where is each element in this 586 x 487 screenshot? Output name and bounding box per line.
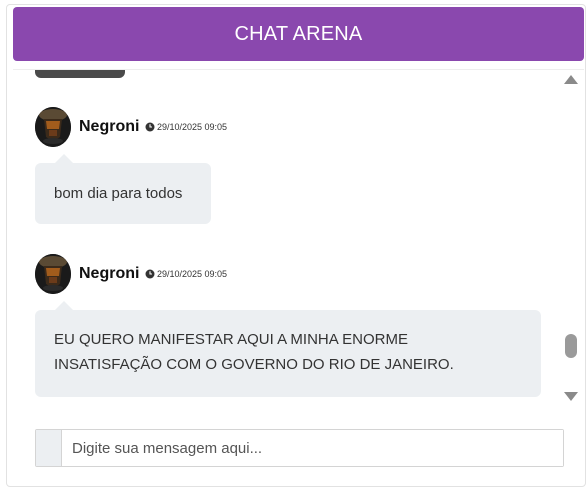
message-text-line: INSATISFAÇÃO COM O GOVERNO DO RIO DE JAN… bbox=[54, 356, 454, 373]
message-text-line: EU QUERO MANIFESTAR AQUI A MINHA ENORME bbox=[54, 331, 408, 348]
chat-message: Negroni 29/10/2025 09:05 bom dia para to… bbox=[35, 107, 555, 227]
previous-message-bubble bbox=[35, 70, 125, 78]
message-bubble: EU QUERO MANIFESTAR AQUI A MINHA ENORME … bbox=[35, 301, 541, 397]
timestamp-text: 29/10/2025 09:05 bbox=[157, 269, 228, 279]
chat-title: CHAT ARENA bbox=[13, 7, 584, 61]
chat-message: Negroni 29/10/2025 09:05 EU QUERO MANIFE… bbox=[35, 254, 555, 404]
message-author: Negroni bbox=[79, 265, 140, 282]
clock-icon bbox=[145, 122, 155, 132]
avatar bbox=[35, 107, 71, 147]
scrollbar-thumb[interactable] bbox=[565, 334, 577, 358]
message-text: bom dia para todos bbox=[54, 185, 183, 202]
message-list[interactable]: Negroni 29/10/2025 09:05 bom dia para to… bbox=[13, 69, 584, 407]
avatar bbox=[35, 254, 71, 294]
clock-icon bbox=[145, 269, 155, 279]
message-composer bbox=[35, 429, 564, 467]
message-input[interactable] bbox=[62, 430, 563, 466]
message-scrollbar[interactable] bbox=[563, 69, 579, 407]
message-bubble: bom dia para todos bbox=[35, 154, 211, 224]
timestamp-text: 29/10/2025 09:05 bbox=[157, 122, 228, 132]
message-timestamp: 29/10/2025 09:05 bbox=[145, 269, 227, 279]
message-timestamp: 29/10/2025 09:05 bbox=[145, 122, 227, 132]
composer-addon bbox=[36, 430, 62, 466]
message-author: Negroni bbox=[79, 118, 140, 135]
triangle-down-icon[interactable] bbox=[564, 392, 578, 401]
triangle-up-icon[interactable] bbox=[564, 75, 578, 84]
